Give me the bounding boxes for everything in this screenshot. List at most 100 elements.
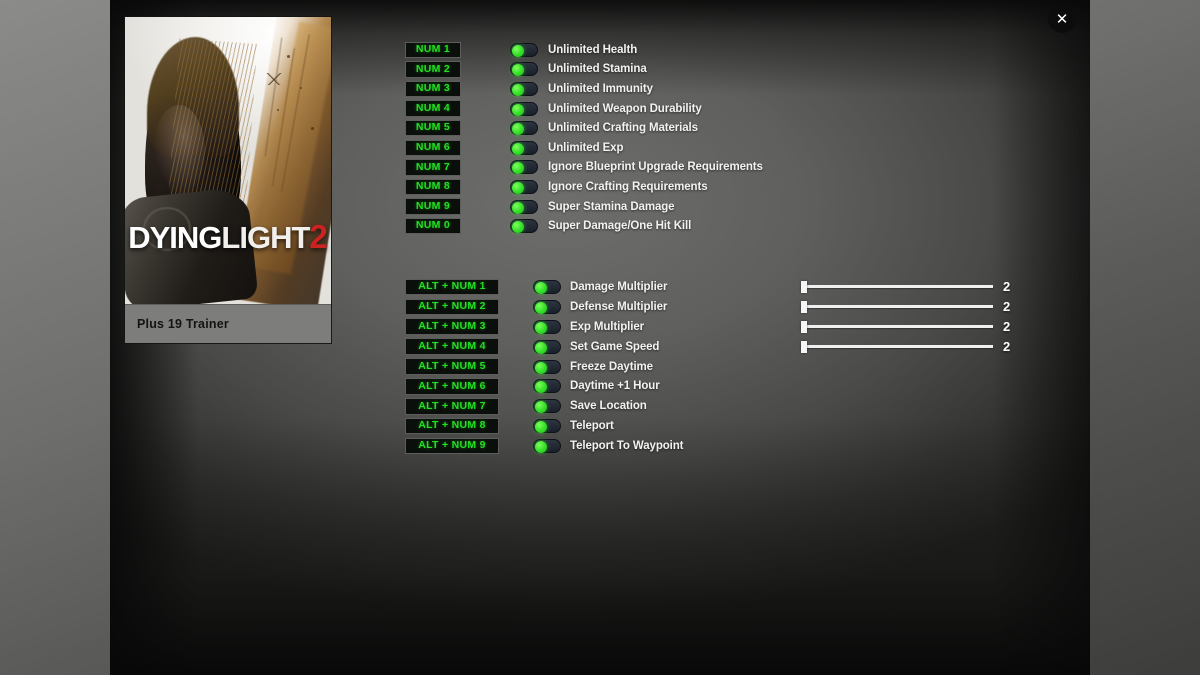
slider-thumb[interactable] [801, 280, 807, 293]
cheat-section-secondary: ALT + NUM 1 Damage Multiplier 2 ALT + NUM 2… [405, 277, 1010, 456]
cheat-toggle[interactable] [533, 399, 561, 414]
slider-thumb[interactable] [801, 320, 807, 333]
game-title-part2: LIGHT [221, 220, 310, 255]
toggle-knob [535, 441, 547, 454]
hotkey-button[interactable]: NUM 5 [405, 119, 461, 137]
cheat-toggle[interactable] [510, 42, 538, 57]
cheat-label: Teleport [570, 420, 614, 433]
hotkey-button[interactable]: NUM 0 [405, 217, 461, 235]
cheat-label: Daytime +1 Hour [570, 380, 660, 393]
cover-speck [287, 55, 290, 58]
cheat-toggle[interactable] [533, 419, 561, 434]
cheat-toggle[interactable] [533, 299, 561, 314]
hotkey-button[interactable]: ALT + NUM 8 [405, 417, 499, 435]
hotkey-button[interactable]: NUM 6 [405, 139, 461, 157]
slider-track[interactable] [801, 280, 993, 293]
cheat-row: ALT + NUM 8 Teleport [405, 416, 683, 436]
slider-track[interactable] [801, 340, 993, 353]
cheat-toggle[interactable] [510, 140, 538, 155]
cheat-label: Freeze Daytime [570, 360, 653, 373]
cheat-toggle[interactable] [510, 199, 538, 214]
hotkey-button[interactable]: ALT + NUM 6 [405, 378, 499, 395]
cheat-label: Super Damage/One Hit Kill [548, 220, 692, 233]
slider-track[interactable] [801, 300, 993, 313]
cheat-row: ALT + NUM 7 Save Location [405, 396, 683, 416]
cheat-toggle[interactable] [510, 101, 538, 116]
toggle-knob [512, 142, 524, 155]
hotkey-button[interactable]: ALT + NUM 7 [405, 398, 499, 415]
hotkey-button[interactable]: ALT + NUM 4 [405, 338, 499, 355]
cheat-toggle[interactable] [510, 81, 538, 96]
hotkey-button[interactable]: NUM 3 [405, 80, 461, 98]
cheat-toggle[interactable] [533, 439, 561, 454]
cheat-row: NUM 0 Super Damage/One Hit Kill [405, 216, 763, 236]
hotkey-button[interactable]: ALT + NUM 1 [405, 278, 499, 296]
slider-control[interactable]: 2 [801, 339, 1015, 354]
toggle-knob [512, 64, 524, 77]
close-button[interactable]: ✕ [1048, 5, 1076, 33]
slider-control[interactable]: 2 [801, 319, 1015, 334]
trainer-window: ✕ DYINGLIGHT2 Plus 19 Trainer NUM 1 Unli… [110, 0, 1090, 675]
cheat-row: ALT + NUM 4 Set Game Speed 2 [405, 337, 1010, 357]
toggle-knob [535, 401, 547, 414]
cheat-label: Ignore Blueprint Upgrade Requirements [548, 161, 763, 174]
cheat-label: Unlimited Immunity [548, 82, 653, 95]
cheat-row: NUM 7 Ignore Blueprint Upgrade Requiremen… [405, 158, 763, 178]
cheat-row: NUM 6 Unlimited Exp [405, 138, 763, 158]
game-cover-art: DYINGLIGHT2 [125, 17, 331, 304]
hotkey-button[interactable]: NUM 4 [405, 100, 461, 117]
hotkey-button[interactable]: NUM 8 [405, 178, 461, 196]
cheat-toggle[interactable] [510, 160, 538, 175]
hotkey-button[interactable]: NUM 9 [405, 198, 461, 215]
hotkey-button[interactable]: NUM 7 [405, 159, 461, 176]
toggle-knob [535, 381, 547, 394]
game-title-number: 2 [309, 218, 328, 255]
cheat-row: NUM 5 Unlimited Crafting Materials [405, 118, 763, 138]
game-title: DYINGLIGHT2 [125, 218, 331, 256]
trainer-caption-bar: Plus 19 Trainer [125, 304, 331, 343]
cheat-section-primary: NUM 1 Unlimited Health NUM 2 Unlimited Stam… [405, 40, 763, 236]
slider-value: 2 [1003, 339, 1011, 355]
cheat-toggle[interactable] [510, 121, 538, 136]
slider-control[interactable]: 2 [801, 279, 1015, 294]
toggle-knob [535, 321, 547, 334]
slider-thumb[interactable] [801, 340, 807, 353]
cheat-toggle[interactable] [533, 279, 561, 294]
cheat-toggle[interactable] [510, 179, 538, 194]
toggle-knob [535, 341, 547, 354]
hotkey-button[interactable]: ALT + NUM 5 [405, 358, 499, 375]
slider-track[interactable] [801, 320, 993, 333]
slider-control[interactable]: 2 [801, 299, 1015, 314]
cover-face-highlight [153, 105, 205, 197]
cheat-toggle[interactable] [533, 339, 561, 354]
toggle-knob [512, 201, 524, 214]
cheat-row: NUM 8 Ignore Crafting Requirements [405, 177, 763, 197]
cheat-row: NUM 9 Super Stamina Damage [405, 197, 763, 217]
cheat-row: NUM 2 Unlimited Stamina [405, 60, 763, 80]
cover-speck [277, 109, 279, 111]
cheat-label: Exp Multiplier [570, 320, 644, 333]
hotkey-button[interactable]: ALT + NUM 2 [405, 298, 499, 316]
cheat-toggle[interactable] [533, 359, 561, 374]
cheat-label: Unlimited Exp [548, 141, 624, 154]
cheat-toggle[interactable] [533, 319, 561, 334]
hotkey-button[interactable]: NUM 1 [405, 41, 461, 59]
cheat-toggle[interactable] [510, 219, 538, 234]
slider-thumb[interactable] [801, 300, 807, 313]
cheat-label: Defense Multiplier [570, 300, 668, 313]
toggle-knob [535, 421, 547, 434]
cheat-label: Set Game Speed [570, 340, 660, 353]
cheat-label: Unlimited Stamina [548, 63, 647, 76]
cheat-label: Super Stamina Damage [548, 200, 675, 213]
cheat-toggle[interactable] [510, 62, 538, 77]
game-title-part1: DYING [128, 220, 222, 255]
cheat-toggle[interactable] [533, 379, 561, 394]
cheat-row: ALT + NUM 9 Teleport To Waypoint [405, 436, 684, 456]
cheat-label: Unlimited Health [548, 43, 638, 56]
cheat-row: ALT + NUM 2 Defense Multiplier 2 [405, 297, 1010, 317]
hotkey-button[interactable]: ALT + NUM 9 [405, 437, 499, 455]
hotkey-button[interactable]: NUM 2 [405, 61, 461, 78]
cheat-label: Save Location [570, 400, 647, 413]
hotkey-button[interactable]: ALT + NUM 3 [405, 318, 499, 335]
toggle-knob [512, 83, 524, 96]
